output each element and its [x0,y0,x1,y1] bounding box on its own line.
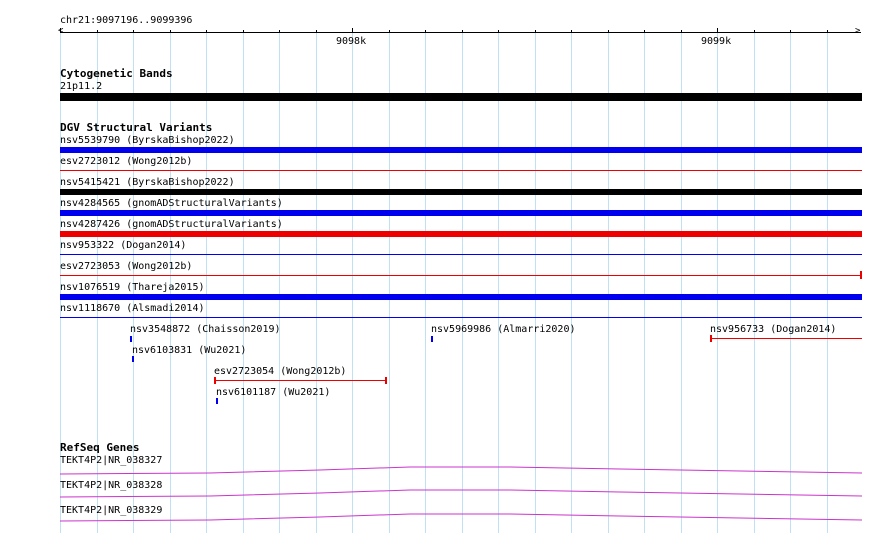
ruler-tick [498,30,499,33]
track-title-dgv: DGV Structural Variants [60,121,213,134]
ruler-tick [316,30,317,33]
grid-line [754,32,755,533]
feature-label: nsv4284565 (gnomADStructuralVariants) [60,198,283,209]
grid-line [352,32,353,533]
sv-feature-nsv5969986[interactable] [431,336,433,342]
grid-line [316,32,317,533]
ruler-tick [243,30,244,33]
track-title-cytoband: Cytogenetic Bands [60,67,173,80]
ruler-tick [60,28,61,33]
feature-label: nsv953322 (Dogan2014) [60,240,187,251]
sv-feature-nsv6103831[interactable] [132,356,134,362]
feature-label: esv2723053 (Wong2012b) [60,261,193,272]
ruler-tick [535,30,536,33]
sv-feature-esv2723054[interactable] [214,380,386,381]
feature-label: nsv1118670 (Alsmadi2014) [60,303,205,314]
ruler-tick [97,30,98,33]
sv-feature-esv2723053[interactable] [60,275,862,276]
ruler-tick [754,30,755,33]
feature-label: nsv6103831 (Wu2021) [132,345,247,356]
track-title-refseq: RefSeq Genes [60,441,140,454]
ruler-tick [644,30,645,33]
grid-line [681,32,682,533]
feature-label: nsv5969986 (Almarri2020) [431,324,576,335]
feature-label: nsv6101187 (Wu2021) [216,387,331,398]
ruler-tick [827,30,828,33]
ruler-tick [389,30,390,33]
ruler-tick [425,30,426,33]
feature-label: nsv4287426 (gnomADStructuralVariants) [60,219,283,230]
ruler-axis [60,32,861,33]
grid-line [644,32,645,533]
grid-line [206,32,207,533]
feature-end-cap [860,271,862,279]
feature-end-cap [214,377,216,384]
ruler-tick [571,30,572,33]
sv-feature-nsv953322[interactable] [60,254,862,255]
ruler-label-9099k: 9099k [701,36,732,47]
sv-feature-nsv956733[interactable] [710,338,862,339]
ruler-tick [717,28,718,33]
grid-line [389,32,390,533]
grid-line [243,32,244,533]
sv-feature-nsv6101187[interactable] [216,398,218,404]
grid-line [425,32,426,533]
feature-label: nsv5415421 (ByrskaBishop2022) [60,177,235,188]
ruler-label-9098k: 9098k [336,36,367,47]
cytoband-label: 21p11.2 [60,81,103,92]
ruler-tick [608,30,609,33]
sv-feature-nsv5539790[interactable] [60,147,862,153]
feature-label: nsv956733 (Dogan2014) [710,324,837,335]
grid-line [498,32,499,533]
grid-line [462,32,463,533]
feature-end-cap [385,377,387,384]
grid-line [827,32,828,533]
feature-label: nsv1076519 (Thareja2015) [60,282,205,293]
ruler-tick [681,30,682,33]
grid-line [535,32,536,533]
ruler-tick [206,30,207,33]
grid-line [571,32,572,533]
grid-line [279,32,280,533]
sv-feature-esv2723012[interactable] [60,170,862,171]
gene-feature-nr-038329[interactable] [60,511,862,523]
region-coordinates: chr21:9097196..9099396 [60,15,193,26]
gene-feature-nr-038327[interactable] [60,464,862,476]
sv-feature-nsv5415421[interactable] [60,189,862,195]
grid-line [608,32,609,533]
ruler-tick [170,30,171,33]
feature-end-cap [710,335,712,342]
ruler-tick [279,30,280,33]
ruler-tick [790,30,791,33]
gene-feature-nr-038328[interactable] [60,487,862,499]
grid-line [790,32,791,533]
ruler-right-arrow-icon: > [855,26,861,36]
ruler-tick [462,30,463,33]
feature-label: esv2723054 (Wong2012b) [214,366,347,377]
ruler-tick [133,30,134,33]
feature-label: nsv3548872 (Chaisson2019) [130,324,281,335]
feature-label: nsv5539790 (ByrskaBishop2022) [60,135,235,146]
cytoband-21p11-2[interactable] [60,93,862,101]
genome-browser-view[interactable]: chr21:9097196..9099396 < > 9098k 9099k C… [0,0,890,533]
grid-line [717,32,718,533]
sv-feature-nsv4284565[interactable] [60,210,862,216]
sv-feature-nsv1076519[interactable] [60,294,862,300]
sv-feature-nsv3548872[interactable] [130,336,132,342]
sv-feature-nsv1118670[interactable] [60,317,862,318]
ruler-tick [352,28,353,33]
sv-feature-nsv4287426[interactable] [60,231,862,237]
feature-label: esv2723012 (Wong2012b) [60,156,193,167]
